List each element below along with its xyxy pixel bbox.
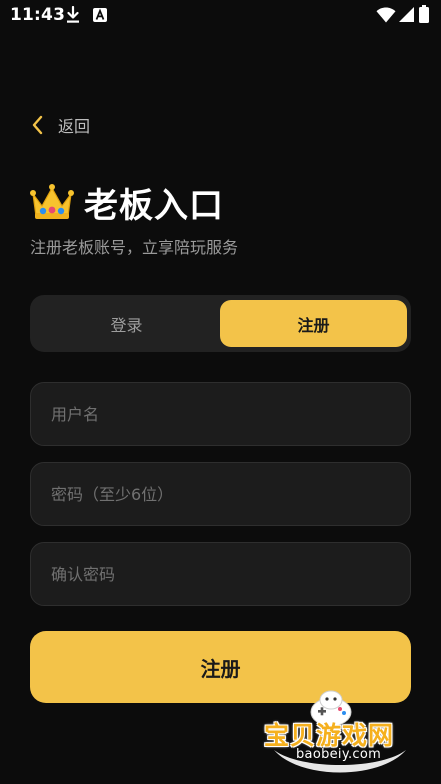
username-input[interactable] <box>31 383 410 445</box>
status-bar: 11:43 <box>0 0 441 30</box>
back-button[interactable]: 返回 <box>30 112 90 138</box>
confirm-password-input[interactable] <box>31 543 410 605</box>
status-time: 11:43 <box>10 5 66 25</box>
a-icon <box>93 8 107 22</box>
password-field-container <box>30 462 411 526</box>
watermark: 宝贝游戏网 baobeiy.com <box>262 690 412 782</box>
tab-login[interactable]: 登录 <box>33 300 220 347</box>
watermark-domain: baobeiy.com <box>296 747 382 762</box>
battery-icon <box>419 5 429 23</box>
username-field-container <box>30 382 411 446</box>
chevron-left-icon <box>32 115 43 135</box>
page-title: 老板入口 <box>84 185 224 226</box>
page-subtitle: 注册老板账号，立享陪玩服务 <box>30 238 239 257</box>
crown-icon <box>30 184 74 219</box>
tab-register[interactable]: 注册 <box>220 300 407 347</box>
title-row: 老板入口 <box>30 178 224 226</box>
password-input[interactable] <box>31 463 410 525</box>
wifi-icon <box>376 7 396 23</box>
signal-icon <box>399 7 414 22</box>
confirm-password-field-container <box>30 542 411 606</box>
register-screen: 11:43 返回 老板入口 注册老板账号，立享陪玩服务 登录 注册 用户名 注册… <box>0 0 441 784</box>
back-label: 返回 <box>58 117 91 136</box>
download-icon <box>67 6 79 23</box>
auth-tab-bar: 登录 注册 <box>30 295 411 352</box>
